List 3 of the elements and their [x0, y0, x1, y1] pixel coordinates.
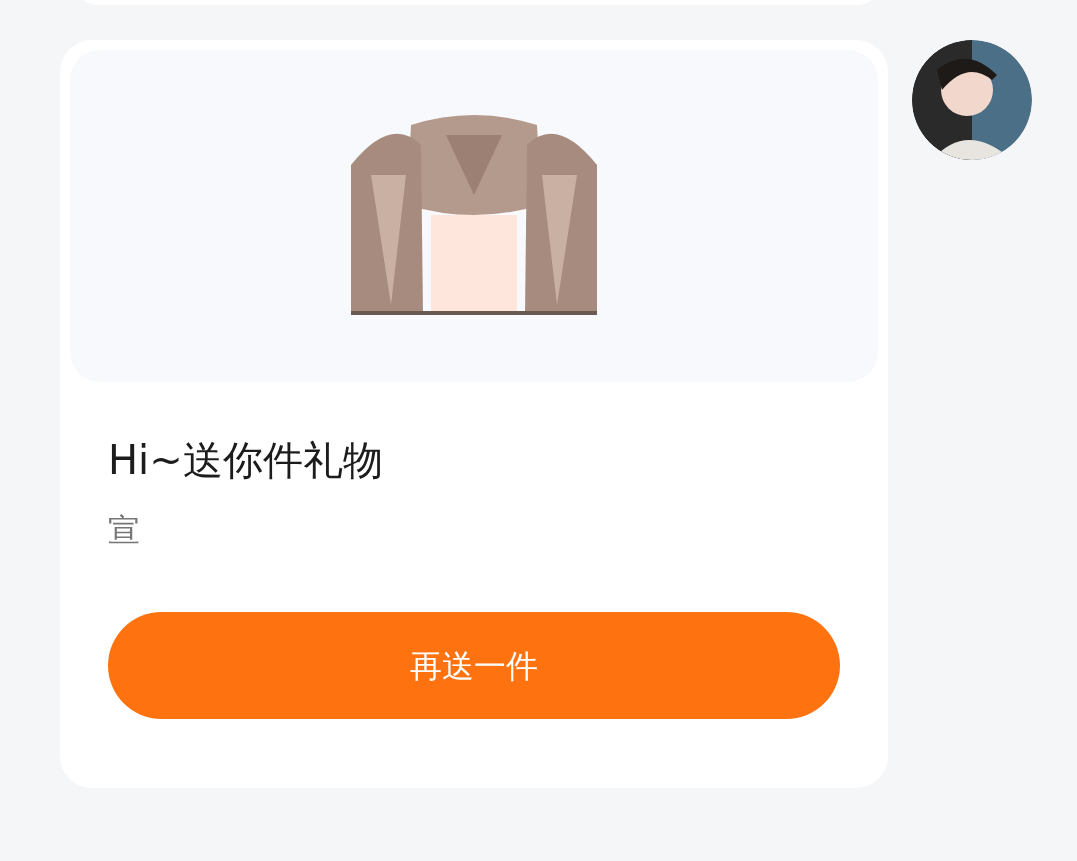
send-again-button[interactable]: 再送一件: [108, 612, 840, 719]
message-title: Hi~送你件礼物: [108, 436, 384, 485]
sender-name: 宣: [108, 510, 140, 551]
